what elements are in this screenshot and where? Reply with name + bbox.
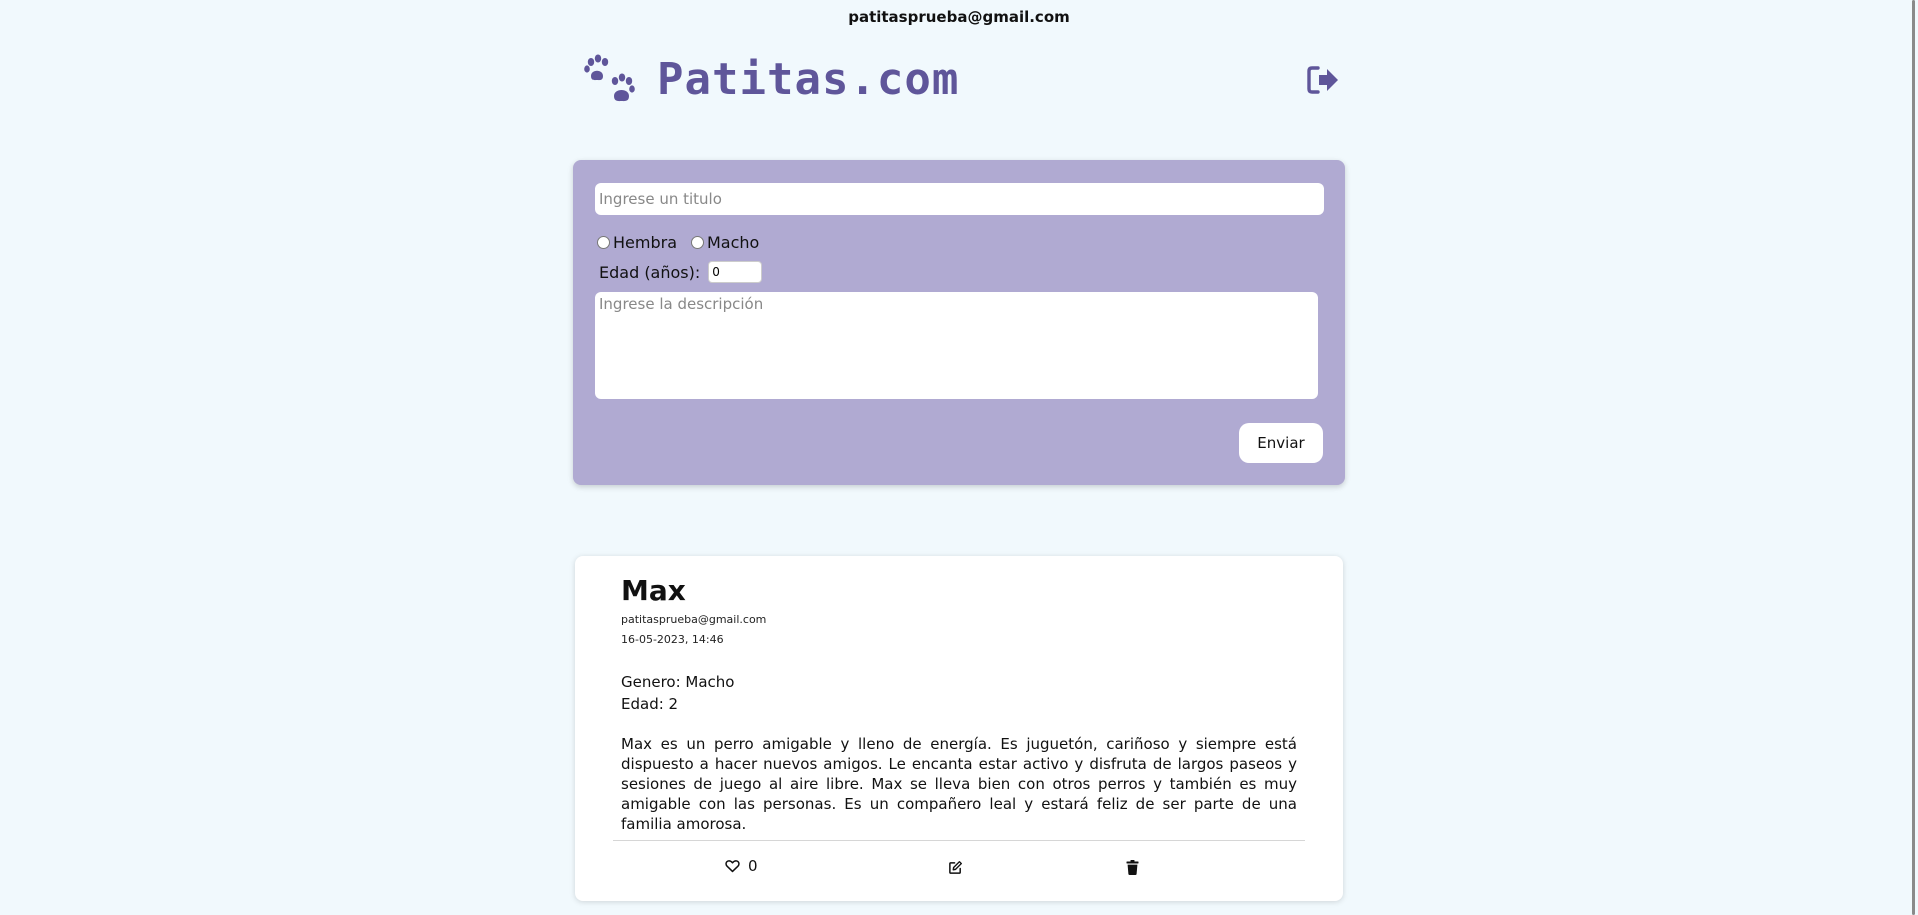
post-description: Max es un perro amigable y lleno de ener… [621,735,1297,833]
like-button[interactable]: 0 [725,857,758,875]
sign-out-icon[interactable] [1306,64,1340,96]
gender-option-hembra[interactable]: Hembra [597,233,677,252]
divider [613,840,1305,841]
age-row: Edad (años): [599,261,763,283]
like-count: 0 [748,857,758,875]
new-post-form: Hembra Macho Edad (años): Enviar [573,160,1345,485]
post-actions: 0 [575,842,1343,892]
scrollbar-thumb[interactable] [1912,0,1915,915]
trash-icon[interactable] [1126,860,1139,875]
radio-macho[interactable] [691,235,704,249]
post-card: Max patitasprueba@gmail.com 16-05-2023, … [575,556,1343,901]
paw-prints-icon [584,54,635,102]
post-date: 16-05-2023, 14:46 [621,633,724,646]
radio-hembra-label: Hembra [613,232,677,252]
submit-button[interactable]: Enviar [1239,423,1323,463]
radio-macho-label: Macho [707,232,760,252]
post-gender: Genero: Macho [621,673,735,691]
brand[interactable]: Patitas.com [583,52,959,106]
post-age: Edad: 2 [621,695,679,713]
heart-outline-icon [725,860,740,873]
user-email: patitasprueba@gmail.com [848,8,1070,26]
post-title: Max [621,574,686,607]
title-input[interactable] [595,183,1324,215]
age-stepper[interactable] [708,261,763,283]
gender-option-macho[interactable]: Macho [691,233,759,252]
gender-radio-group: Hembra Macho [597,231,773,253]
radio-hembra[interactable] [597,235,610,249]
edit-icon[interactable] [948,860,963,875]
brand-name: Patitas.com [657,53,960,105]
description-textarea[interactable] [595,292,1318,399]
age-label: Edad (años): [599,262,701,282]
post-author: patitasprueba@gmail.com [621,613,767,626]
